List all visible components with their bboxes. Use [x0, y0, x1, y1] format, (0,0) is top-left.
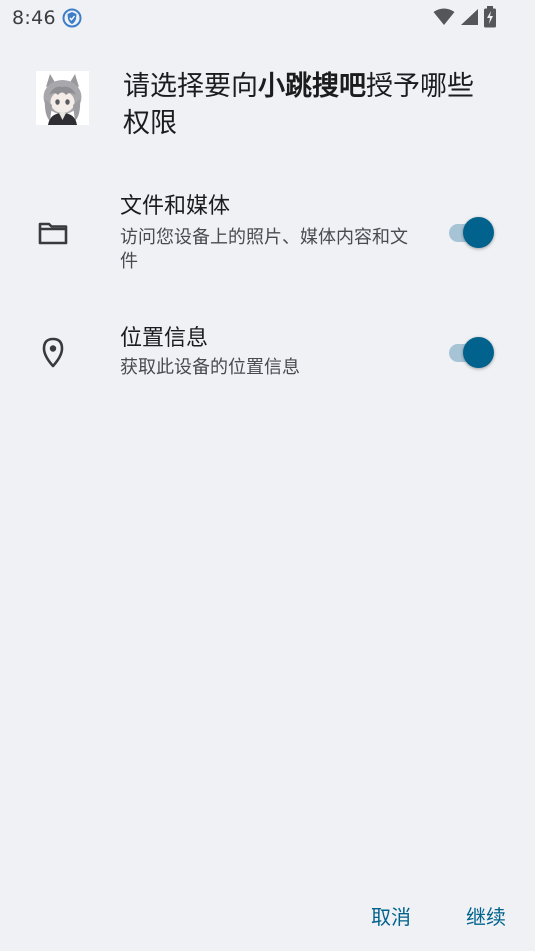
- status-time: 8:46: [12, 7, 56, 29]
- permission-screen: 8:46 请选择要向小跳搜吧授予哪些权限 文件和媒体 访问您设备上的照片、媒体内…: [0, 0, 535, 951]
- permission-location[interactable]: 位置信息 获取此设备的位置信息: [0, 322, 535, 392]
- dialog-title: 请选择要向小跳搜吧授予哪些权限: [123, 68, 495, 142]
- continue-button[interactable]: 继续: [460, 897, 512, 934]
- cellular-signal-icon: [459, 8, 479, 30]
- status-bar: 8:46: [0, 0, 535, 36]
- battery-charging-icon: [483, 6, 497, 32]
- permission-description: 获取此设备的位置信息: [120, 357, 300, 378]
- wifi-icon: [433, 8, 455, 30]
- status-icons: [433, 6, 497, 32]
- folder-icon: [37, 217, 69, 249]
- permission-title: 位置信息: [120, 326, 209, 351]
- shield-notification-icon: [62, 8, 82, 28]
- title-prefix: 请选择要向: [123, 71, 258, 102]
- permission-files-media[interactable]: 文件和媒体 访问您设备上的照片、媒体内容和文件: [0, 190, 535, 290]
- location-toggle[interactable]: [449, 336, 497, 368]
- toggle-thumb: [463, 337, 494, 368]
- permission-title: 文件和媒体: [120, 194, 231, 219]
- app-icon: [36, 71, 89, 125]
- location-pin-icon: [37, 336, 69, 368]
- app-name: 小跳搜吧: [258, 71, 366, 102]
- toggle-thumb: [463, 217, 494, 248]
- cancel-button[interactable]: 取消: [365, 897, 417, 934]
- permission-description: 访问您设备上的照片、媒体内容和文件: [120, 227, 408, 272]
- files-media-toggle[interactable]: [449, 216, 497, 248]
